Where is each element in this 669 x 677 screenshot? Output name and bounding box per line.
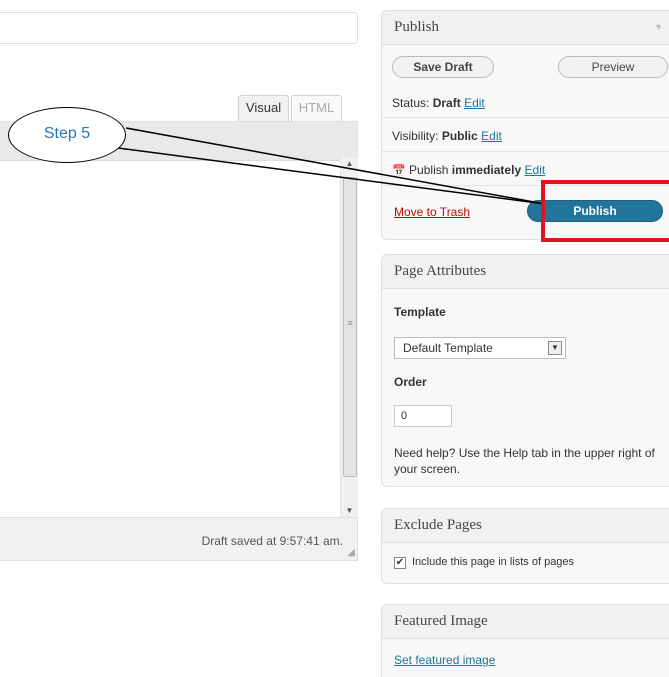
step-callout: Step 5 — [8, 107, 126, 163]
annotation-arrows — [117, 127, 546, 205]
arrow-line-lower — [117, 147, 546, 205]
highlight-box — [541, 180, 669, 242]
arrow-line-upper — [125, 127, 546, 205]
